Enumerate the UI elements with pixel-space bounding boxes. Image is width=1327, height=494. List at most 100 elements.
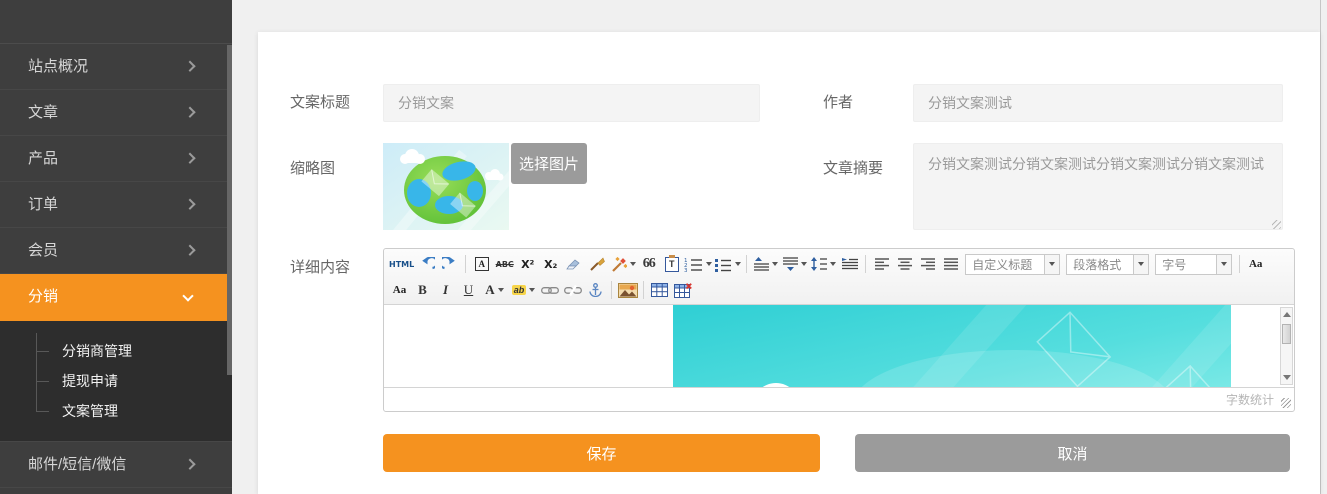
sidebar-item-label: 邮件/短信/微信	[28, 456, 126, 473]
editor-resize-grip[interactable]	[1281, 398, 1291, 408]
unordered-list-icon[interactable]	[714, 254, 741, 275]
sidebar-item-articles[interactable]: 文章	[0, 90, 232, 136]
word-count-label[interactable]: 字数统计	[1226, 391, 1274, 408]
redo-icon[interactable]	[439, 254, 460, 275]
chevron-right-icon	[184, 60, 195, 71]
underline-icon[interactable]: U	[458, 280, 479, 301]
sidebar-header	[0, 0, 232, 44]
html-source-icon[interactable]: HTML	[389, 254, 414, 275]
link-icon[interactable]	[539, 280, 560, 301]
font-color-icon[interactable]: A	[481, 280, 508, 301]
align-center-icon[interactable]	[894, 254, 915, 275]
format-brush-icon[interactable]	[586, 254, 607, 275]
content-card: 文案标题 作者 缩略图	[258, 32, 1320, 494]
toolbar-separator	[465, 255, 466, 273]
sidebar-item-label: 订单	[28, 196, 58, 213]
sidebar-item-orders[interactable]: 订单	[0, 182, 232, 228]
sidebar-item-label: 会员	[28, 242, 58, 259]
scroll-down-arrow[interactable]	[1283, 375, 1291, 380]
sidebar: 站点概况 文章 产品 订单 会员 分销 分销商管理 提现申请 文案管理	[0, 0, 232, 494]
thumbnail-label: 缩略图	[290, 157, 335, 178]
dropdown-caret	[706, 262, 712, 266]
paragraph-spacing-before-icon[interactable]	[752, 254, 779, 275]
blockquote-icon[interactable]: 66	[638, 254, 659, 275]
to-uppercase-icon[interactable]: Aa	[1245, 254, 1266, 275]
dropdown-caret	[801, 262, 807, 266]
paste-plain-icon[interactable]: T	[661, 254, 682, 275]
toolbar-separator	[611, 281, 612, 299]
chevron-down-icon	[182, 290, 193, 301]
sidebar-item-site-overview[interactable]: 站点概况	[0, 44, 232, 90]
submenu-item-withdrawal-request[interactable]: 提现申请	[0, 366, 232, 396]
sidebar-item-label: 文章	[28, 104, 58, 121]
textarea-resize-grip[interactable]	[1272, 220, 1281, 229]
toolbar-separator	[865, 255, 866, 273]
subscript-icon[interactable]: X₂	[540, 254, 561, 275]
dropdown-caret	[1138, 262, 1144, 266]
author-label: 作者	[823, 84, 853, 122]
chevron-right-icon	[184, 152, 195, 163]
bordered-a-icon[interactable]: A	[471, 254, 492, 275]
highlight-color-icon[interactable]: ab	[510, 280, 537, 301]
insert-image-icon[interactable]	[617, 280, 638, 301]
align-justify-icon[interactable]	[940, 254, 961, 275]
toolbar-row-2: Aa B I U A ab	[388, 277, 1290, 303]
align-left-icon[interactable]	[871, 254, 892, 275]
eraser-icon[interactable]	[563, 254, 584, 275]
dropdown-caret	[830, 262, 836, 266]
line-height-icon[interactable]	[810, 254, 837, 275]
scroll-up-arrow[interactable]	[1283, 312, 1291, 317]
svg-text:3: 3	[684, 268, 688, 272]
editor-content-area[interactable]	[384, 305, 1294, 387]
ordered-list-icon[interactable]: 123	[684, 254, 712, 275]
font-size-select[interactable]: 字号	[1155, 254, 1232, 275]
sidebar-item-mail-sms-wechat[interactable]: 邮件/短信/微信	[0, 442, 232, 488]
toolbar-separator	[746, 255, 747, 273]
to-lowercase-icon[interactable]: Aa	[389, 280, 410, 301]
author-input[interactable]	[913, 84, 1283, 122]
admin-page: 站点概况 文章 产品 订单 会员 分销 分销商管理 提现申请 文案管理	[0, 0, 1327, 494]
autotypeset-icon[interactable]	[609, 254, 636, 275]
sidebar-item-distribution[interactable]: 分销	[0, 274, 232, 321]
sidebar-scrollbar[interactable]	[227, 45, 232, 375]
bold-icon[interactable]: B	[412, 280, 433, 301]
indent-icon[interactable]	[839, 254, 860, 275]
italic-icon[interactable]: I	[435, 280, 456, 301]
custom-title-select[interactable]: 自定义标题	[965, 254, 1060, 275]
choose-image-button[interactable]: 选择图片	[511, 143, 587, 184]
cancel-button[interactable]: 取消	[855, 434, 1290, 472]
sidebar-item-label: 产品	[28, 150, 58, 167]
sidebar-item-label: 分销	[28, 288, 58, 305]
title-label: 文案标题	[290, 84, 350, 122]
unlink-icon[interactable]	[562, 280, 583, 301]
distribution-submenu: 分销商管理 提现申请 文案管理	[0, 321, 232, 442]
page-scrollbar-edge	[1320, 0, 1321, 494]
content-banner-image	[673, 305, 1231, 387]
submenu-item-copy-management[interactable]: 文案管理	[0, 396, 232, 426]
anchor-icon[interactable]	[585, 280, 606, 301]
sidebar-item-products[interactable]: 产品	[0, 136, 232, 182]
sidebar-item-members[interactable]: 会员	[0, 228, 232, 274]
align-right-icon[interactable]	[917, 254, 938, 275]
scroll-thumb[interactable]	[1282, 324, 1291, 344]
dropdown-caret	[1221, 262, 1227, 266]
chevron-right-icon	[184, 244, 195, 255]
title-input[interactable]	[383, 84, 760, 122]
paragraph-format-select[interactable]: 段落格式	[1066, 254, 1149, 275]
dropdown-caret	[498, 288, 504, 292]
editor-scrollbar[interactable]	[1280, 307, 1293, 385]
submenu-item-distributor-management[interactable]: 分销商管理	[0, 336, 232, 366]
insert-table-icon[interactable]	[649, 280, 670, 301]
superscript-icon[interactable]: X²	[517, 254, 538, 275]
toolbar-separator	[1239, 255, 1240, 273]
summary-textarea[interactable]: 分销文案测试分销文案测试分销文案测试分销文案测试	[913, 143, 1283, 230]
sidebar-item-label: 站点概况	[28, 58, 88, 75]
paragraph-spacing-after-icon[interactable]	[781, 254, 808, 275]
chevron-right-icon	[184, 458, 195, 469]
undo-icon[interactable]	[416, 254, 437, 275]
dropdown-caret	[630, 262, 636, 266]
dropdown-caret	[772, 262, 778, 266]
strikethrough-icon[interactable]: ABC	[494, 254, 515, 275]
delete-table-icon[interactable]	[672, 280, 693, 301]
save-button[interactable]: 保存	[383, 434, 820, 472]
